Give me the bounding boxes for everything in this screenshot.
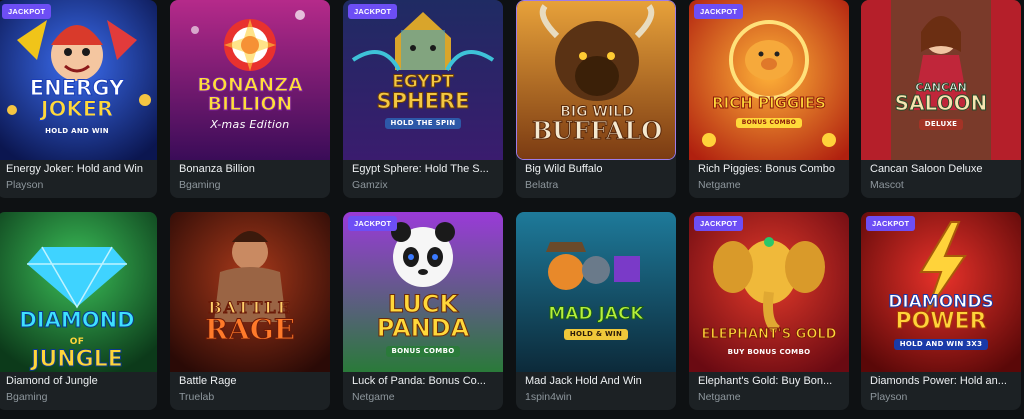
- game-art: [689, 0, 849, 160]
- game-provider: Netgame: [352, 391, 395, 403]
- game-provider: Belatra: [525, 179, 559, 191]
- game-logo: RICH PIGGIES BONUS COMBO: [712, 94, 826, 128]
- game-thumbnail[interactable]: JACKPOT ENERGY JOKER HOLD AND WIN: [0, 0, 157, 160]
- game-thumbnail[interactable]: BATTLE RAGE: [170, 212, 330, 372]
- jackpot-badge: JACKPOT: [2, 4, 52, 19]
- game-card[interactable]: JACKPOT ELEPHANT'S GOLD BUY BONUS COMBO …: [689, 212, 849, 410]
- game-thumbnail[interactable]: JACKPOT EGYPT SPHERE HOLD THE SPIN: [343, 0, 503, 160]
- game-art: [516, 212, 676, 372]
- game-logo: MAD JACK HOLD & WIN: [548, 304, 644, 340]
- game-logo: LUCK PANDA BONUS COMBO: [376, 290, 470, 357]
- game-card[interactable]: JACKPOT ENERGY JOKER HOLD AND WIN Energy…: [0, 0, 157, 198]
- game-title: Energy Joker: Hold and Win: [6, 163, 143, 175]
- game-logo: ENERGY JOKER HOLD AND WIN: [29, 76, 125, 135]
- game-title: Diamonds Power: Hold an...: [870, 375, 1007, 387]
- game-thumbnail[interactable]: DIAMOND OF JUNGLE: [0, 212, 157, 372]
- game-provider: Bgaming: [6, 391, 48, 403]
- game-card[interactable]: MAD JACK HOLD & WIN Mad Jack Hold And Wi…: [516, 212, 676, 410]
- jackpot-badge: JACKPOT: [866, 216, 916, 231]
- game-card[interactable]: BONANZA BILLION X-mas Edition Bonanza Bi…: [170, 0, 330, 198]
- game-card[interactable]: CANCAN SALOON DELUXE Cancan Saloon Delux…: [861, 0, 1021, 198]
- game-provider: Mascot: [870, 179, 904, 191]
- game-card[interactable]: JACKPOT EGYPT SPHERE HOLD THE SPIN Egypt…: [343, 0, 503, 198]
- game-art: [861, 0, 1021, 160]
- game-logo: DIAMOND OF JUNGLE: [19, 308, 135, 372]
- game-title: Diamond of Jungle: [6, 375, 98, 387]
- jackpot-badge: JACKPOT: [694, 216, 744, 231]
- game-title: Elephant's Gold: Buy Bon...: [698, 375, 833, 387]
- game-title: Luck of Panda: Bonus Co...: [352, 375, 486, 387]
- game-provider: Playson: [6, 179, 44, 191]
- game-title: Egypt Sphere: Hold The S...: [352, 163, 489, 175]
- game-provider: Netgame: [698, 179, 741, 191]
- game-card[interactable]: BIG WILD BUFFALO Big Wild Buffalo Belatr…: [516, 0, 676, 198]
- game-provider: Truelab: [179, 391, 215, 403]
- game-provider: Netgame: [698, 391, 741, 403]
- game-art: [170, 212, 330, 372]
- game-card[interactable]: BATTLE RAGE Battle Rage Truelab: [170, 212, 330, 410]
- game-title: Cancan Saloon Deluxe: [870, 163, 983, 175]
- game-provider: Playson: [870, 391, 908, 403]
- game-grid: JACKPOT ENERGY JOKER HOLD AND WIN Energy…: [0, 0, 1024, 419]
- game-provider: Bgaming: [179, 179, 221, 191]
- game-thumbnail[interactable]: JACKPOT ELEPHANT'S GOLD BUY BONUS COMBO: [689, 212, 849, 372]
- game-logo: BONANZA BILLION X-mas Edition: [197, 74, 304, 131]
- game-provider: 1spin4win: [525, 391, 572, 403]
- game-title: Mad Jack Hold And Win: [525, 375, 642, 387]
- jackpot-badge: JACKPOT: [694, 4, 744, 19]
- game-thumbnail[interactable]: BIG WILD BUFFALO: [516, 0, 676, 160]
- game-card[interactable]: JACKPOT RICH PIGGIES BONUS COMBO Rich Pi…: [689, 0, 849, 198]
- game-thumbnail[interactable]: MAD JACK HOLD & WIN: [516, 212, 676, 372]
- game-logo: DIAMONDS POWER HOLD AND WIN 3X3: [888, 292, 994, 350]
- jackpot-badge: JACKPOT: [348, 4, 398, 19]
- game-thumbnail[interactable]: JACKPOT RICH PIGGIES BONUS COMBO: [689, 0, 849, 160]
- jackpot-badge: JACKPOT: [348, 216, 398, 231]
- game-title: Battle Rage: [179, 375, 237, 387]
- game-logo: BATTLE RAGE: [204, 298, 296, 346]
- game-title: Rich Piggies: Bonus Combo: [698, 163, 835, 175]
- game-provider: Gamzix: [352, 179, 388, 191]
- game-logo: BIG WILD BUFFALO: [531, 104, 663, 145]
- game-title: Big Wild Buffalo: [525, 163, 603, 175]
- game-title: Bonanza Billion: [179, 163, 255, 175]
- game-thumbnail[interactable]: JACKPOT DIAMONDS POWER HOLD AND WIN 3X3: [861, 212, 1021, 372]
- game-card[interactable]: JACKPOT DIAMONDS POWER HOLD AND WIN 3X3 …: [861, 212, 1021, 410]
- game-logo: EGYPT SPHERE HOLD THE SPIN: [376, 72, 470, 129]
- game-logo: CANCAN SALOON DELUXE: [894, 81, 988, 130]
- game-card[interactable]: JACKPOT LUCK PANDA BONUS COMBO Luck of P…: [343, 212, 503, 410]
- game-thumbnail[interactable]: JACKPOT LUCK PANDA BONUS COMBO: [343, 212, 503, 372]
- game-card[interactable]: DIAMOND OF JUNGLE Diamond of Jungle Bgam…: [0, 212, 157, 410]
- game-logo: ELEPHANT'S GOLD BUY BONUS COMBO: [701, 327, 837, 356]
- game-thumbnail[interactable]: BONANZA BILLION X-mas Edition: [170, 0, 330, 160]
- game-thumbnail[interactable]: CANCAN SALOON DELUXE: [861, 0, 1021, 160]
